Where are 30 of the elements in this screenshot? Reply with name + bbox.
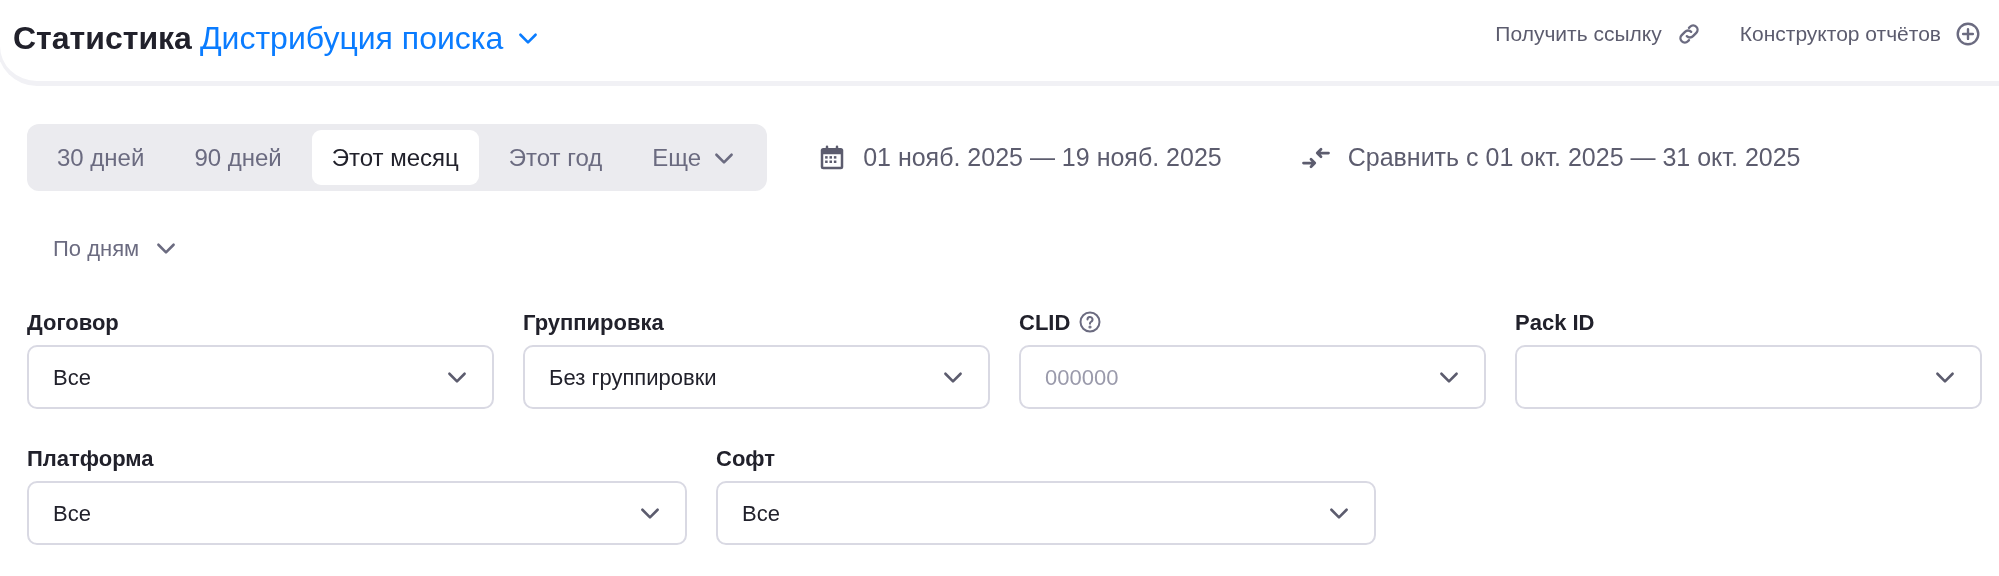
- select-field[interactable]: Все: [716, 481, 1376, 545]
- period-tab[interactable]: Еще: [632, 130, 758, 185]
- field-label: Платформа: [27, 444, 154, 473]
- header-action[interactable]: Получить ссылку: [1495, 18, 1702, 50]
- field-label: Договор: [27, 308, 119, 337]
- page-title: Статистика: [13, 19, 192, 58]
- period-tab[interactable]: 30 дней: [37, 130, 165, 185]
- select-field[interactable]: Все: [27, 345, 494, 409]
- report-selector[interactable]: Дистрибуция поиска: [199, 14, 542, 62]
- select-field[interactable]: Все: [27, 481, 687, 545]
- period-tab[interactable]: Этот месяц: [311, 130, 479, 185]
- field-label: Pack ID: [1515, 308, 1595, 337]
- plus-circle-icon: [1955, 20, 1981, 47]
- select-field[interactable]: [1515, 345, 1982, 409]
- granularity-dropdown[interactable]: По дням: [33, 225, 200, 271]
- select-value: Все: [742, 499, 780, 528]
- select-value: Без группировки: [549, 363, 717, 392]
- date-range-picker[interactable]: 01 нояб. 2025 — 19 нояб. 2025: [817, 138, 1222, 177]
- help-icon[interactable]: [1078, 310, 1103, 334]
- period-tab[interactable]: Этот год: [488, 130, 623, 185]
- select-placeholder: 000000: [1045, 363, 1119, 392]
- select-field[interactable]: Без группировки: [523, 345, 990, 409]
- select-value: Все: [53, 363, 91, 392]
- field-label: Софт: [716, 444, 776, 473]
- period-tab[interactable]: 90 дней: [174, 130, 302, 185]
- compare-button[interactable]: Сравнить с 01 окт. 2025 — 31 окт. 2025: [1299, 138, 1801, 177]
- header-action[interactable]: Конструктор отчётов: [1739, 18, 1981, 50]
- field-label: CLID: [1019, 308, 1071, 337]
- select-value: Все: [53, 499, 91, 528]
- field-label: Группировка: [523, 308, 664, 337]
